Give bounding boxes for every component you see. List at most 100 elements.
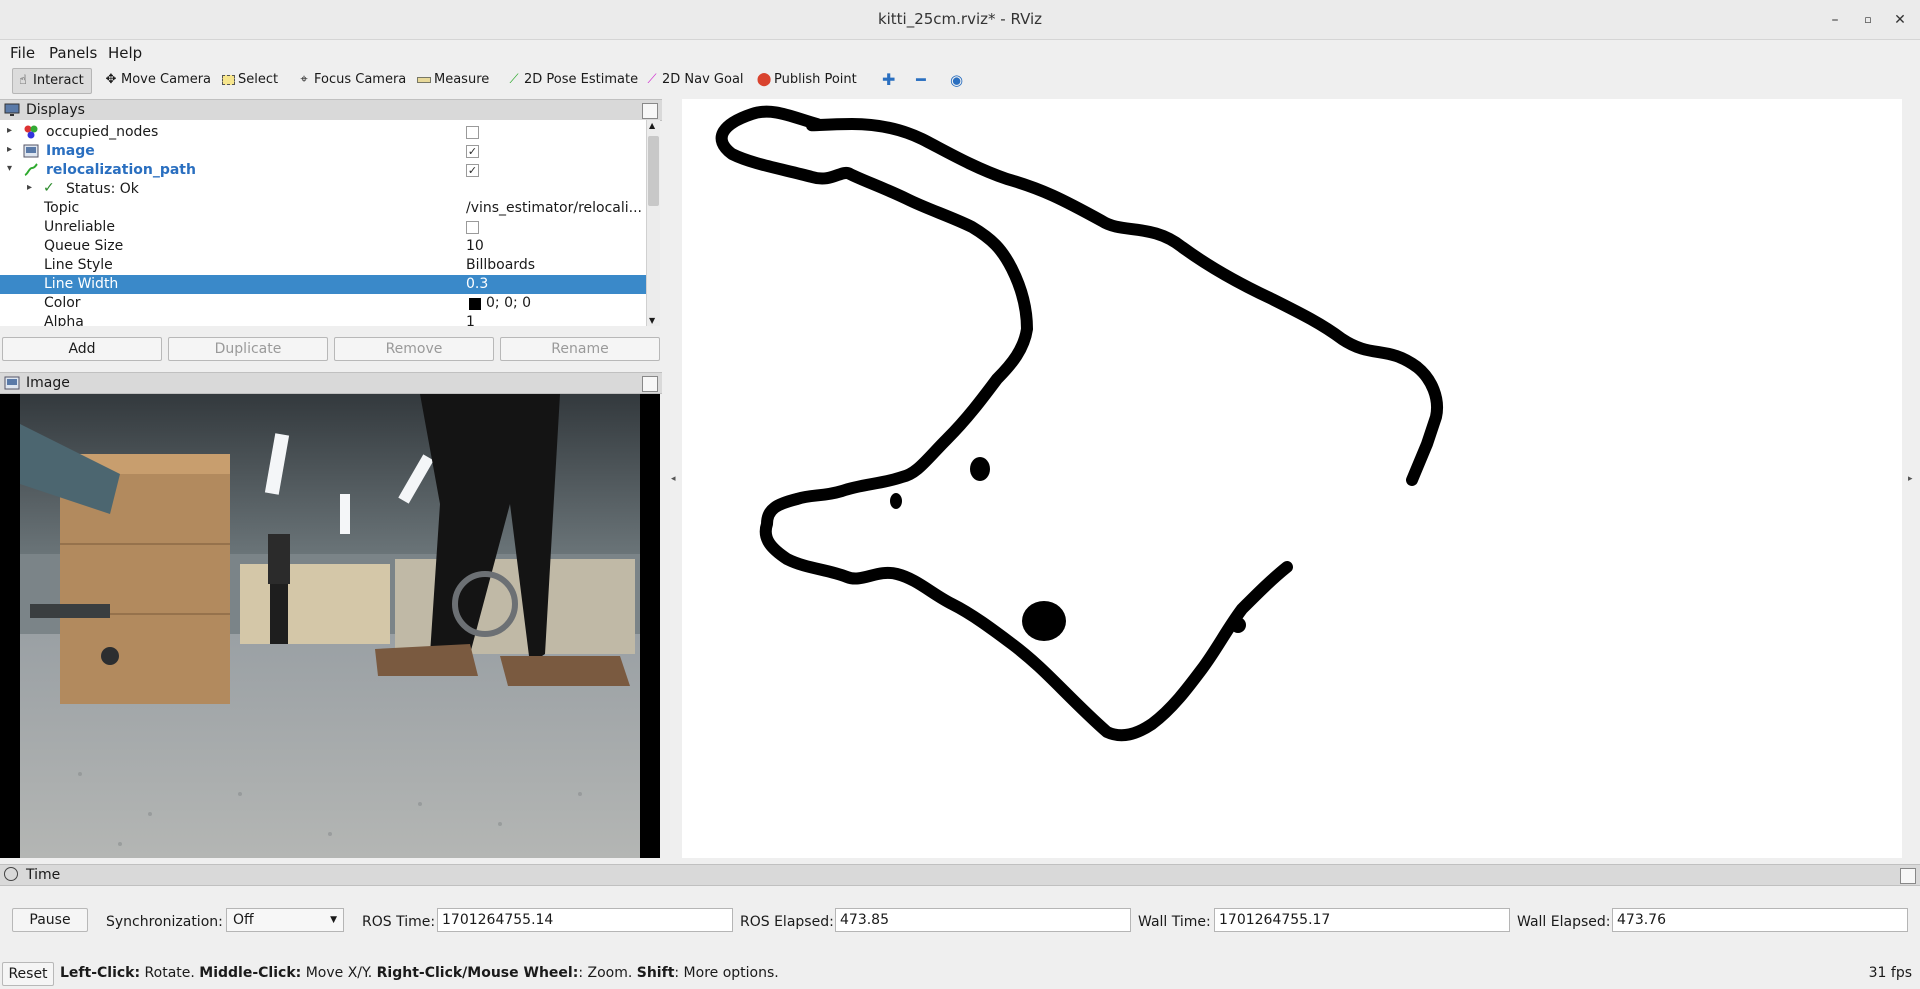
monitor-icon	[4, 103, 20, 116]
scroll-down-icon[interactable]: ▼	[649, 316, 655, 325]
measure-label: Measure	[434, 72, 490, 87]
relocalization-path-label: relocalization_path	[46, 162, 196, 178]
displays-scrollbar[interactable]: ▲ ▼	[646, 120, 660, 326]
collapse-right-icon[interactable]: ▸	[1908, 474, 1913, 484]
menu-panels[interactable]: Panels	[49, 44, 97, 62]
wall-elapsed-label: Wall Elapsed:	[1517, 914, 1611, 930]
crosshair-icon: ⌖	[300, 72, 308, 87]
tree-row-line-style[interactable]: Line Style Billboards	[0, 256, 646, 275]
focus-camera-tool-button[interactable]: ⌖ Focus Camera	[294, 68, 406, 94]
wall-time-field[interactable]: 1701264755.17	[1214, 908, 1510, 932]
path-display-icon	[24, 163, 38, 176]
image-display-icon	[23, 144, 39, 158]
remove-button[interactable]: Remove	[334, 337, 494, 361]
add-tool-icon[interactable]: ✚	[880, 68, 895, 94]
publish-point-tool-button[interactable]: ⬤ Publish Point	[754, 68, 857, 94]
tree-row-topic[interactable]: Topic /vins_estimator/relocali...	[0, 199, 646, 218]
tree-row-alpha[interactable]: Alpha 1	[0, 313, 646, 326]
tree-row-status[interactable]: ▸ ✓ Status: Ok	[0, 180, 646, 199]
select-label: Select	[238, 72, 279, 87]
reset-button[interactable]: Reset	[2, 962, 54, 986]
line-width-value[interactable]: 0.3	[466, 276, 488, 292]
hint-left-click: Left-Click:	[60, 965, 141, 981]
camera-image	[20, 394, 640, 858]
maximize-icon[interactable]: ▫	[1856, 8, 1880, 32]
interact-tool-button[interactable]: ☝ Interact	[12, 68, 92, 94]
color-value[interactable]: 0; 0; 0	[486, 295, 531, 311]
camera-image-view[interactable]	[0, 394, 660, 858]
sync-value: Off	[233, 912, 254, 928]
rename-button[interactable]: Rename	[500, 337, 660, 361]
topic-value[interactable]: /vins_estimator/relocali...	[466, 200, 642, 216]
point-cloud-icon	[24, 125, 38, 139]
hint-right-click: Right-Click/Mouse Wheel:	[376, 965, 579, 981]
collapse-left-icon[interactable]: ◂	[671, 474, 676, 484]
time-panel-float-button[interactable]	[1900, 868, 1916, 884]
relocalization-path-trajectory	[715, 105, 1443, 742]
alpha-value[interactable]: 1	[466, 314, 475, 326]
occupied-nodes-checkbox[interactable]	[466, 126, 479, 139]
tree-row-unreliable[interactable]: Unreliable	[0, 218, 646, 237]
menu-file[interactable]: File	[10, 44, 35, 62]
tree-row-image[interactable]: ▸ Image ✓	[0, 142, 646, 161]
pose-estimate-tool-button[interactable]: ⟋ 2D Pose Estimate	[504, 68, 638, 94]
unreliable-checkbox[interactable]	[466, 221, 479, 234]
pose-estimate-label: 2D Pose Estimate	[524, 72, 639, 87]
fps-label: 31 fps	[1868, 965, 1912, 981]
magenta-arrow-icon: ⟋	[647, 72, 657, 87]
image-panel-float-button[interactable]	[642, 376, 658, 392]
focus-camera-label: Focus Camera	[314, 72, 407, 87]
color-swatch[interactable]	[469, 298, 481, 310]
expand-arrow-icon[interactable]: ▸	[7, 144, 12, 155]
image-display-checkbox[interactable]: ✓	[466, 145, 479, 158]
ros-elapsed-field[interactable]: 473.85	[835, 908, 1131, 932]
sync-select[interactable]: Off ▼	[226, 908, 344, 932]
tree-row-line-width[interactable]: Line Width 0.3	[0, 275, 646, 294]
ros-time-field[interactable]: 1701264755.14	[437, 908, 733, 932]
expand-arrow-icon[interactable]: ▸	[7, 125, 12, 136]
toolbar: ☝ Interact ✥ Move Camera Select ⌖ Focus Cam…	[0, 66, 1920, 94]
render-3d-view[interactable]	[682, 99, 1902, 858]
pause-button[interactable]: Pause	[12, 908, 88, 932]
scroll-up-icon[interactable]: ▲	[649, 121, 655, 130]
duplicate-button[interactable]: Duplicate	[168, 337, 328, 361]
queue-size-value[interactable]: 10	[466, 238, 484, 254]
move-camera-tool-button[interactable]: ✥ Move Camera	[101, 68, 211, 94]
measure-tool-button[interactable]: Measure	[414, 68, 489, 94]
window-title: kitti_25cm.rviz* - RViz	[877, 10, 1043, 28]
tree-row-relocalization-path[interactable]: ▾ relocalization_path ✓	[0, 161, 646, 180]
status-bar: Reset Left-Click: Rotate. Middle-Click: …	[0, 960, 1920, 989]
close-icon[interactable]: ✕	[1888, 8, 1912, 32]
scroll-thumb[interactable]	[648, 136, 659, 206]
displays-float-button[interactable]	[642, 103, 658, 119]
clock-icon	[4, 867, 18, 881]
wall-elapsed-field[interactable]: 473.76	[1612, 908, 1908, 932]
minimize-icon[interactable]: –	[1823, 8, 1847, 32]
topic-label: Topic	[44, 200, 80, 216]
ros-elapsed-label: ROS Elapsed:	[740, 914, 834, 930]
image-panel-title: Image	[26, 375, 70, 391]
green-arrow-icon: ⟋	[509, 72, 519, 87]
color-label: Color	[44, 295, 81, 311]
displays-panel-header: Displays	[0, 99, 662, 121]
relocalization-path-checkbox[interactable]: ✓	[466, 164, 479, 177]
hint-zoom: : Zoom.	[578, 965, 637, 981]
collapse-arrow-icon[interactable]: ▾	[7, 163, 12, 174]
nav-goal-tool-button[interactable]: ⟋ 2D Nav Goal	[642, 68, 743, 94]
eye-icon[interactable]: ◉	[948, 68, 963, 94]
sync-label: Synchronization:	[106, 914, 223, 930]
image-display-label: Image	[46, 143, 95, 159]
chevron-down-icon: ▼	[330, 915, 337, 925]
line-style-value[interactable]: Billboards	[466, 257, 535, 273]
menu-help[interactable]: Help	[108, 44, 142, 62]
remove-tool-icon[interactable]: ━	[914, 68, 926, 94]
expand-arrow-icon[interactable]: ▸	[27, 182, 32, 193]
tree-row-color[interactable]: Color 0; 0; 0	[0, 294, 646, 313]
select-tool-button[interactable]: Select	[218, 68, 278, 94]
unreliable-label: Unreliable	[44, 219, 115, 235]
time-panel-header: Time	[0, 864, 1920, 886]
tree-row-occupied-nodes[interactable]: ▸ occupied_nodes	[0, 123, 646, 142]
tree-row-queue-size[interactable]: Queue Size 10	[0, 237, 646, 256]
add-button[interactable]: Add	[2, 337, 162, 361]
hint-shift: Shift	[636, 965, 675, 981]
